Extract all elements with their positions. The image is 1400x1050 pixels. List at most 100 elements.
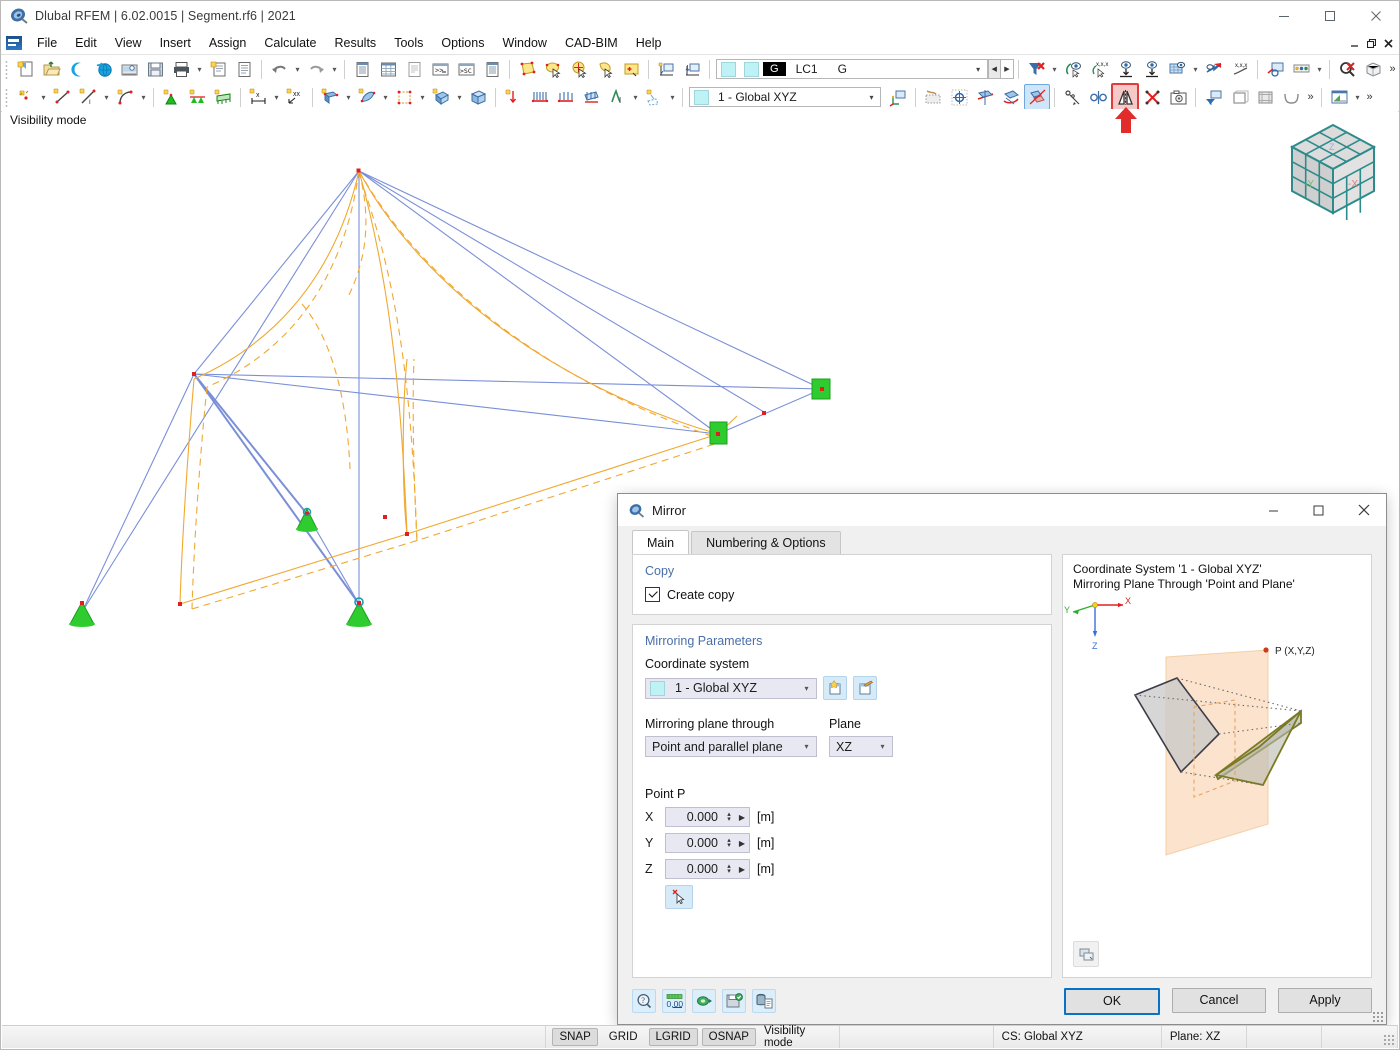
apply-button[interactable]: Apply: [1278, 987, 1372, 1013]
select-dashed-icon[interactable]: [641, 84, 667, 110]
section-view-icon[interactable]: [1201, 56, 1227, 82]
filter-clear-icon[interactable]: [1023, 56, 1049, 82]
text-caret-icon[interactable]: ▾: [630, 85, 641, 109]
script-sc-icon[interactable]: >SC: [453, 56, 479, 82]
section-xyz-icon[interactable]: x,x,x: [1227, 56, 1253, 82]
load-member2-icon[interactable]: [552, 84, 578, 110]
create-copy-row[interactable]: Create copy: [645, 587, 1039, 602]
grid-visibility-icon[interactable]: [1164, 56, 1190, 82]
curve-icon[interactable]: [1278, 84, 1304, 110]
menu-item-file[interactable]: File: [28, 34, 66, 52]
undo-caret-icon[interactable]: ▾: [292, 57, 303, 81]
plane-through-chevron-down-icon[interactable]: ▾: [797, 742, 816, 751]
point-z-stepper-icon[interactable]: ▴ ▾: [723, 863, 735, 875]
redo-icon[interactable]: [303, 56, 329, 82]
create-copy-checkbox[interactable]: [645, 587, 660, 602]
point-x-more-icon[interactable]: ▶: [735, 813, 749, 822]
load-case-next-button[interactable]: ▶: [1000, 59, 1014, 79]
pick-point-cursor-icon[interactable]: [665, 885, 693, 909]
opening-caret-icon[interactable]: ▾: [417, 85, 428, 109]
solid-caret-icon[interactable]: ▾: [454, 85, 465, 109]
results-chart-icon[interactable]: [1326, 84, 1352, 110]
coordinate-system-combo[interactable]: 1 - Global XYZ ▾: [645, 677, 817, 699]
lower-bound-icon[interactable]: [1112, 56, 1138, 82]
snapshot-icon[interactable]: [1073, 941, 1099, 967]
support-line-icon[interactable]: [184, 84, 210, 110]
support-nodal-icon[interactable]: [158, 84, 184, 110]
report-icon[interactable]: [231, 56, 257, 82]
dimension-icon[interactable]: x: [245, 84, 271, 110]
member-icon[interactable]: [317, 84, 343, 110]
point-y-stepper-icon[interactable]: ▴ ▾: [723, 837, 735, 849]
mirror-dialog[interactable]: Mirror Main Numbering & Options Copy Cre…: [617, 493, 1387, 1025]
window-maximize-button[interactable]: [1307, 1, 1353, 31]
cs-origin-icon[interactable]: [885, 84, 911, 110]
point-x-input[interactable]: 0.000 ▴ ▾ ▶: [665, 807, 750, 827]
plane-combo[interactable]: XZ ▾: [829, 736, 893, 757]
load-case-combo[interactable]: G LC1 G ▾: [716, 59, 988, 79]
upper-bound-icon[interactable]: [1138, 56, 1164, 82]
tab-main[interactable]: Main: [632, 530, 690, 554]
extrude-icon[interactable]: [1226, 84, 1252, 110]
menu-item-insert[interactable]: Insert: [151, 34, 200, 52]
menu-item-cad-bim[interactable]: CAD-BIM: [556, 34, 627, 52]
table-grid-icon[interactable]: [375, 56, 401, 82]
table-list-icon[interactable]: [349, 56, 375, 82]
menu-item-help[interactable]: Help: [627, 34, 671, 52]
new-model-icon[interactable]: [12, 56, 38, 82]
load-case-prev-button[interactable]: ◀: [987, 59, 1001, 79]
arc-caret-icon[interactable]: ▾: [138, 85, 149, 109]
mdi-minimize-button[interactable]: [1346, 34, 1363, 52]
select-dashed-caret-icon[interactable]: ▾: [667, 85, 678, 109]
load-defaults-icon[interactable]: [752, 989, 776, 1013]
grid-caret-icon[interactable]: ▾: [1190, 57, 1201, 81]
arc-icon[interactable]: [112, 84, 138, 110]
member-caret-icon[interactable]: ▾: [343, 85, 354, 109]
load-case-chevron-down-icon[interactable]: ▾: [970, 65, 987, 74]
surface-icon[interactable]: [354, 84, 380, 110]
undo-icon[interactable]: [266, 56, 292, 82]
filter-caret-icon[interactable]: ▾: [1049, 57, 1060, 81]
status-toggle-grid[interactable]: GRID: [602, 1028, 645, 1046]
select-circle-icon[interactable]: [566, 56, 592, 82]
line-caret-icon[interactable]: ▾: [101, 85, 112, 109]
render-mode-icon[interactable]: [1262, 56, 1288, 82]
cancel-button[interactable]: Cancel: [1172, 987, 1266, 1013]
support-surface-icon[interactable]: [210, 84, 236, 110]
console-icon[interactable]: >>: [427, 56, 453, 82]
menu-item-results[interactable]: Results: [326, 34, 386, 52]
application-menu-icon[interactable]: [6, 36, 22, 50]
toolbar-overflow-icon[interactable]: »: [1386, 57, 1399, 81]
dimension-caret-icon[interactable]: ▾: [271, 85, 282, 109]
window-close-button[interactable]: [1353, 1, 1399, 31]
visibility-xyz-icon[interactable]: x,x,x: [1086, 56, 1112, 82]
status-toggle-snap[interactable]: SNAP: [552, 1028, 598, 1046]
box-view-icon[interactable]: [1360, 56, 1386, 82]
table-data-icon[interactable]: [479, 56, 505, 82]
dialog-minimize-button[interactable]: [1251, 494, 1296, 526]
select-lasso-icon[interactable]: [592, 56, 618, 82]
redo-caret-icon[interactable]: ▾: [329, 57, 340, 81]
solid-icon[interactable]: [428, 84, 454, 110]
plane-chevron-down-icon[interactable]: ▾: [873, 742, 892, 751]
coordinate-system-combo-toolbar[interactable]: 1 - Global XYZ ▾: [689, 87, 881, 107]
move-icon[interactable]: [972, 84, 998, 110]
print-preview-icon[interactable]: [116, 56, 142, 82]
project-icon[interactable]: [1085, 84, 1111, 110]
decimal-places-icon[interactable]: 0,00: [662, 989, 686, 1013]
dialog-maximize-button[interactable]: [1296, 494, 1341, 526]
load-surface-icon[interactable]: [578, 84, 604, 110]
block-icon[interactable]: [465, 84, 491, 110]
menu-item-tools[interactable]: Tools: [385, 34, 432, 52]
units-icon[interactable]: [692, 989, 716, 1013]
node-icon[interactable]: [12, 84, 38, 110]
status-toggle-lgrid[interactable]: LGRID: [648, 1028, 698, 1046]
load-member-icon[interactable]: [526, 84, 552, 110]
line-icon[interactable]: [49, 84, 75, 110]
text-icon[interactable]: I: [604, 84, 630, 110]
point-z-input[interactable]: 0.000 ▴ ▾ ▶: [665, 859, 750, 879]
point-z-more-icon[interactable]: ▶: [735, 865, 749, 874]
window-minimize-button[interactable]: [1261, 1, 1307, 31]
select-pick-icon[interactable]: [540, 56, 566, 82]
opening-icon[interactable]: [391, 84, 417, 110]
